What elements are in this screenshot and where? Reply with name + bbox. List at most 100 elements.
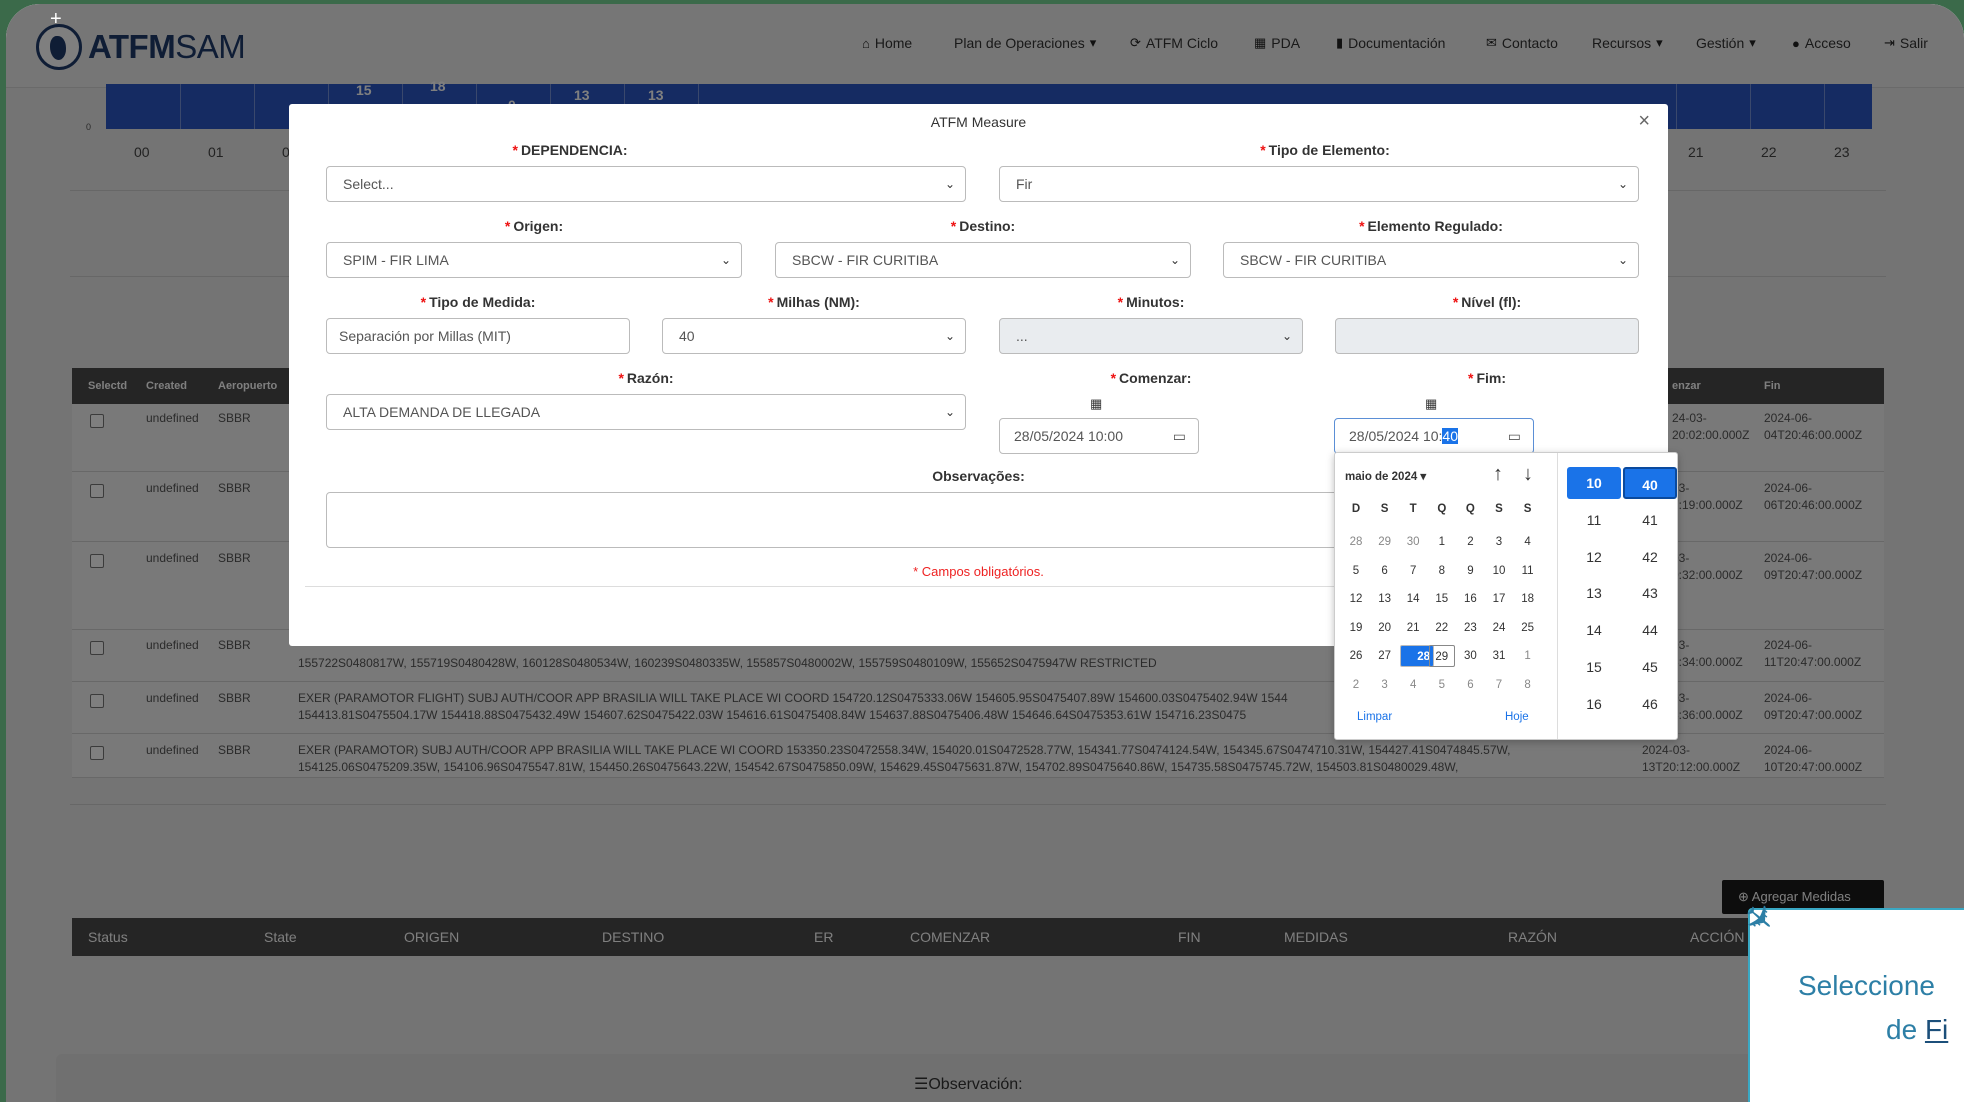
origen-select[interactable]: SPIM - FIR LIMA ⌄: [326, 242, 742, 278]
calendar-day[interactable]: 6: [1372, 560, 1398, 582]
hour-option[interactable]: 14: [1567, 614, 1621, 646]
calendar-icon[interactable]: ▭: [1508, 419, 1521, 453]
tipo-elemento-select[interactable]: Fir ⌄: [999, 166, 1639, 202]
comenzar-datetime-input[interactable]: 28/05/2024 10:00 ▭: [999, 418, 1199, 454]
calendar-day[interactable]: 10: [1486, 560, 1512, 582]
calendar-day[interactable]: 9: [1457, 560, 1483, 582]
calendar-day[interactable]: 13: [1372, 588, 1398, 610]
minute-option[interactable]: 46: [1623, 688, 1677, 720]
fim-datetime-input[interactable]: 28/05/2024 10:40 ▭: [1334, 418, 1534, 454]
calendar-day[interactable]: 7: [1400, 560, 1426, 582]
calendar-day[interactable]: 28: [1343, 531, 1369, 553]
hour-option[interactable]: 10: [1567, 467, 1621, 499]
calendar-day[interactable]: 26: [1343, 645, 1369, 667]
clear-button[interactable]: Limpar: [1357, 711, 1392, 723]
minute-option[interactable]: 41: [1623, 504, 1677, 536]
nivel-input[interactable]: [1335, 318, 1639, 354]
calendar-day[interactable]: 30: [1400, 531, 1426, 553]
millas-select[interactable]: 40 ⌄: [662, 318, 966, 354]
minute-option[interactable]: 45: [1623, 651, 1677, 683]
calendar-icon[interactable]: ▦: [1090, 396, 1102, 412]
hour-option[interactable]: 12: [1567, 541, 1621, 573]
dependencia-value: Select...: [343, 176, 394, 192]
close-button[interactable]: ×: [1638, 110, 1650, 133]
calendar-day[interactable]: 6: [1457, 674, 1483, 696]
razon-select[interactable]: ALTA DEMANDA DE LLEGADA ⌄: [326, 394, 966, 430]
chevron-down-icon: ⌄: [1617, 177, 1628, 191]
calendar-day[interactable]: 27: [1372, 645, 1398, 667]
tipo-medida-label: * Tipo de Medida:: [326, 294, 630, 310]
razon-label: * Razón:: [326, 370, 966, 386]
minute-option[interactable]: 40: [1623, 467, 1677, 499]
calendar-day[interactable]: 11: [1515, 560, 1541, 582]
calendar-day[interactable]: 3: [1486, 531, 1512, 553]
dependencia-select[interactable]: Select... ⌄: [326, 166, 966, 202]
required-mark: *: [1467, 370, 1474, 386]
minute-option[interactable]: 44: [1623, 614, 1677, 646]
tipo-medida-label-text: Tipo de Medida:: [429, 294, 536, 310]
hour-option[interactable]: 11: [1567, 504, 1621, 536]
millas-label-text: Milhas (NM):: [776, 294, 860, 310]
today-button[interactable]: Hoje: [1505, 711, 1529, 723]
chevron-down-icon: ⌄: [1169, 253, 1180, 267]
weekday-header: T: [1409, 503, 1417, 515]
elemento-regulado-label-text: Elemento Regulado:: [1367, 218, 1503, 234]
tipo-elemento-label-text: Tipo de Elemento:: [1268, 142, 1390, 158]
calendar-day[interactable]: 31: [1486, 645, 1512, 667]
hour-option[interactable]: 13: [1567, 577, 1621, 609]
calendar-day[interactable]: 5: [1429, 674, 1455, 696]
destino-select[interactable]: SBCW - FIR CURITIBA ⌄: [775, 242, 1191, 278]
calendar-day[interactable]: 8: [1429, 560, 1455, 582]
tipo-medida-input[interactable]: Separación por Millas (MIT): [326, 318, 630, 354]
minutos-label: * Minutos:: [999, 294, 1303, 310]
calendar-day[interactable]: 20: [1372, 617, 1398, 639]
weekday-header: S: [1495, 503, 1503, 515]
required-mark: *: [768, 294, 774, 310]
arrow-up-icon[interactable]: ↑: [1493, 463, 1503, 486]
calendar-day[interactable]: 18: [1515, 588, 1541, 610]
calendar-day[interactable]: 14: [1400, 588, 1426, 610]
minute-option[interactable]: 43: [1623, 577, 1677, 609]
arrow-down-icon[interactable]: ↓: [1523, 463, 1533, 486]
hour-option[interactable]: 15: [1567, 651, 1621, 683]
calendar-icon[interactable]: ▭: [1173, 419, 1186, 453]
month-selector[interactable]: maio de 2024 ▾: [1345, 469, 1426, 483]
minutos-select[interactable]: ... ⌄: [999, 318, 1303, 354]
calendar-day[interactable]: 30: [1457, 645, 1483, 667]
required-mark: *: [420, 294, 427, 310]
calendar-day[interactable]: 24: [1486, 617, 1512, 639]
calendar-day[interactable]: 1: [1429, 531, 1455, 553]
calendar-day[interactable]: 25: [1515, 617, 1541, 639]
calendar-day[interactable]: 17: [1486, 588, 1512, 610]
calendar-day[interactable]: 5: [1343, 560, 1369, 582]
calendar-icon[interactable]: ▦: [1425, 396, 1437, 412]
calendar-day[interactable]: 16: [1457, 588, 1483, 610]
weekday-header: D: [1351, 503, 1361, 515]
calendar-day[interactable]: 3: [1372, 674, 1398, 696]
chevron-down-icon: ⌄: [720, 253, 731, 267]
calendar-day[interactable]: 23: [1457, 617, 1483, 639]
calendar-day[interactable]: 12: [1343, 588, 1369, 610]
calendar-day[interactable]: 29: [1372, 531, 1398, 553]
calendar-day[interactable]: 22: [1429, 617, 1455, 639]
calendar-day[interactable]: 29: [1428, 645, 1455, 668]
tooltip-fim-link[interactable]: Fi: [1925, 1014, 1948, 1045]
comenzar-label-text: Comenzar:: [1119, 370, 1192, 386]
minute-option[interactable]: 42: [1623, 541, 1677, 573]
weekday-header: S: [1380, 503, 1389, 515]
hour-option[interactable]: 16: [1567, 688, 1621, 720]
fim-label-text: Fim:: [1476, 370, 1506, 386]
calendar-day[interactable]: 2: [1343, 674, 1369, 696]
calendar-day[interactable]: 21: [1400, 617, 1426, 639]
required-mark: *: [1260, 142, 1266, 158]
calendar-day[interactable]: 7: [1486, 674, 1512, 696]
chevron-down-icon: ⌄: [944, 405, 955, 419]
calendar-day[interactable]: 4: [1515, 531, 1541, 553]
calendar-day[interactable]: 4: [1400, 674, 1426, 696]
calendar-day[interactable]: 19: [1343, 617, 1369, 639]
calendar-day[interactable]: 15: [1429, 588, 1455, 610]
calendar-day[interactable]: 1: [1515, 645, 1541, 667]
elemento-regulado-select[interactable]: SBCW - FIR CURITIBA ⌄: [1223, 242, 1639, 278]
calendar-day[interactable]: 2: [1457, 531, 1483, 553]
calendar-day[interactable]: 8: [1515, 674, 1541, 696]
